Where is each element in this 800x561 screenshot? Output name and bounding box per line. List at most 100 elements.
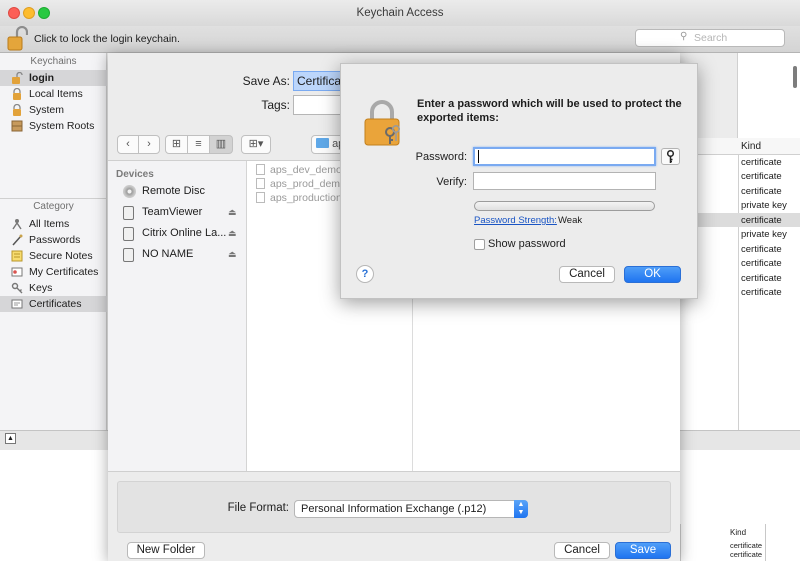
list-header (680, 138, 800, 155)
verify-field[interactable] (473, 172, 656, 190)
password-strength-link[interactable]: Password Strength: (474, 215, 557, 226)
document-icon (256, 192, 265, 203)
file-item[interactable]: aps_production (270, 192, 342, 204)
help-icon: ? (361, 268, 369, 280)
sidebar-item-label: Keys (29, 282, 53, 294)
sidebar-item-my-certificates[interactable]: My Certificates (0, 264, 107, 280)
sidebar-item-label: System Roots (29, 120, 95, 132)
lock-hint-text: Click to lock the login keychain. (34, 33, 180, 45)
sidebar-item-label: System (29, 104, 65, 116)
list-view-button[interactable]: ≡ (187, 135, 210, 154)
detail-pane (737, 53, 800, 138)
kind-cell: private key (741, 200, 787, 211)
device-citrix-online[interactable]: Citrix Online La... (142, 227, 226, 239)
password-strength-meter (474, 201, 655, 211)
sidebar-item-local-items[interactable]: Local Items (0, 86, 107, 102)
file-item[interactable]: aps_dev_demo. (270, 164, 345, 176)
text-caret (478, 150, 479, 163)
drive-icon (123, 248, 134, 262)
scrollbar-thumb[interactable] (793, 66, 797, 88)
category-heading: Category (33, 201, 74, 212)
arrange-button[interactable]: ⊞▾ (241, 135, 271, 154)
password-strength-value: Weak (558, 215, 583, 226)
help-button[interactable]: ? (356, 265, 374, 283)
grid-view-icon: ⊞ (171, 138, 182, 150)
sidebar-item-label: Certificates (29, 298, 82, 310)
eject-icon[interactable]: ⏏ (228, 207, 237, 218)
sidebar-item-keys[interactable]: Keys (0, 280, 107, 296)
new-folder-button[interactable]: New Folder (127, 542, 205, 559)
chevron-right-icon: › (147, 138, 151, 150)
lock-icon (13, 88, 21, 100)
kind-cell: certificate (741, 244, 782, 255)
eject-icon[interactable]: ⏏ (228, 249, 237, 260)
tags-label: Tags: (261, 98, 290, 112)
file-item[interactable]: aps_prod_demo (270, 178, 346, 190)
sidebar-item-system-roots[interactable]: System Roots (0, 118, 107, 134)
sidebar-item-login[interactable]: login (0, 70, 107, 86)
drive-icon (123, 206, 134, 220)
devices-heading: Devices (116, 169, 154, 180)
dialog-cancel-button[interactable]: Cancel (559, 266, 615, 283)
lock-open-icon (7, 25, 29, 51)
show-password-label[interactable]: Show password (488, 238, 566, 250)
device-teamviewer[interactable]: TeamViewer (142, 206, 202, 218)
kind-cell: certificate (741, 215, 782, 226)
sidebar-item-certificates[interactable]: Certificates (0, 296, 107, 312)
eject-icon[interactable]: ⏏ (228, 228, 237, 239)
save-button[interactable]: Save (615, 542, 671, 559)
document-icon (256, 178, 265, 189)
save-as-label: Save As: (242, 74, 290, 88)
dialog-ok-button[interactable]: OK (624, 266, 681, 283)
icon-view-button[interactable]: ⊞ (165, 135, 188, 154)
list-view-icon: ≡ (195, 138, 202, 150)
window-title: Keychain Access (356, 7, 444, 19)
dialog-message: Enter a password which will be used to p… (417, 98, 682, 124)
lock-keychain-button[interactable] (6, 25, 29, 52)
sidebar-item-passwords[interactable]: Passwords (0, 232, 107, 248)
sidebar-item-system[interactable]: System (0, 102, 107, 118)
save-as-value: Certificat (297, 74, 345, 88)
cabinet-icon (11, 120, 23, 132)
kind-cell: certificate (741, 287, 782, 298)
sidebar: Keychains login Local Items System Syste… (0, 53, 107, 430)
chevron-left-icon: ‹ (126, 138, 130, 150)
lock-icon (13, 104, 21, 116)
drive-icon (123, 227, 134, 241)
password-assistant-button[interactable] (661, 148, 680, 165)
select-arrows-icon: ▲ ▼ (514, 500, 528, 518)
background-kind-cell: certificate (730, 541, 763, 550)
secure-notes-icon (11, 250, 23, 262)
certificates-icon (11, 299, 23, 309)
password-field[interactable] (473, 147, 656, 166)
my-certificates-icon (11, 267, 23, 277)
column-view-button[interactable]: ▥ (209, 135, 233, 154)
document-icon (256, 164, 265, 175)
background-kind-header: Kind (730, 528, 747, 537)
sidebar-item-label: Local Items (29, 88, 83, 100)
sidebar-item-label: Secure Notes (29, 250, 93, 262)
arrange-icon: ⊞▾ (248, 138, 264, 150)
background-kind-cell: certificate (730, 550, 763, 559)
info-toggle-button[interactable]: ▲ (5, 433, 16, 444)
search-icon: ⚲ (680, 31, 688, 42)
forward-button[interactable]: › (138, 135, 160, 154)
selected-row (680, 213, 800, 227)
kind-cell: certificate (741, 258, 782, 269)
file-format-select[interactable]: Personal Information Exchange (.p12) (294, 500, 528, 518)
device-no-name[interactable]: NO NAME (142, 248, 193, 260)
save-cancel-button[interactable]: Cancel (554, 542, 610, 559)
all-items-icon (12, 219, 22, 230)
show-password-checkbox[interactable] (474, 239, 485, 250)
sidebar-item-label: login (29, 72, 55, 84)
kind-column-header[interactable]: Kind (741, 141, 761, 152)
kind-cell: certificate (741, 186, 782, 197)
sidebar-item-secure-notes[interactable]: Secure Notes (0, 248, 107, 264)
back-button[interactable]: ‹ (117, 135, 139, 154)
passwords-icon (12, 234, 23, 246)
device-remote-disc[interactable]: Remote Disc (142, 185, 205, 197)
sidebar-item-all-items[interactable]: All Items (0, 216, 107, 232)
sidebar-item-label: All Items (29, 218, 70, 230)
search-placeholder: Search (694, 32, 728, 44)
sidebar-item-label: Passwords (29, 234, 81, 246)
